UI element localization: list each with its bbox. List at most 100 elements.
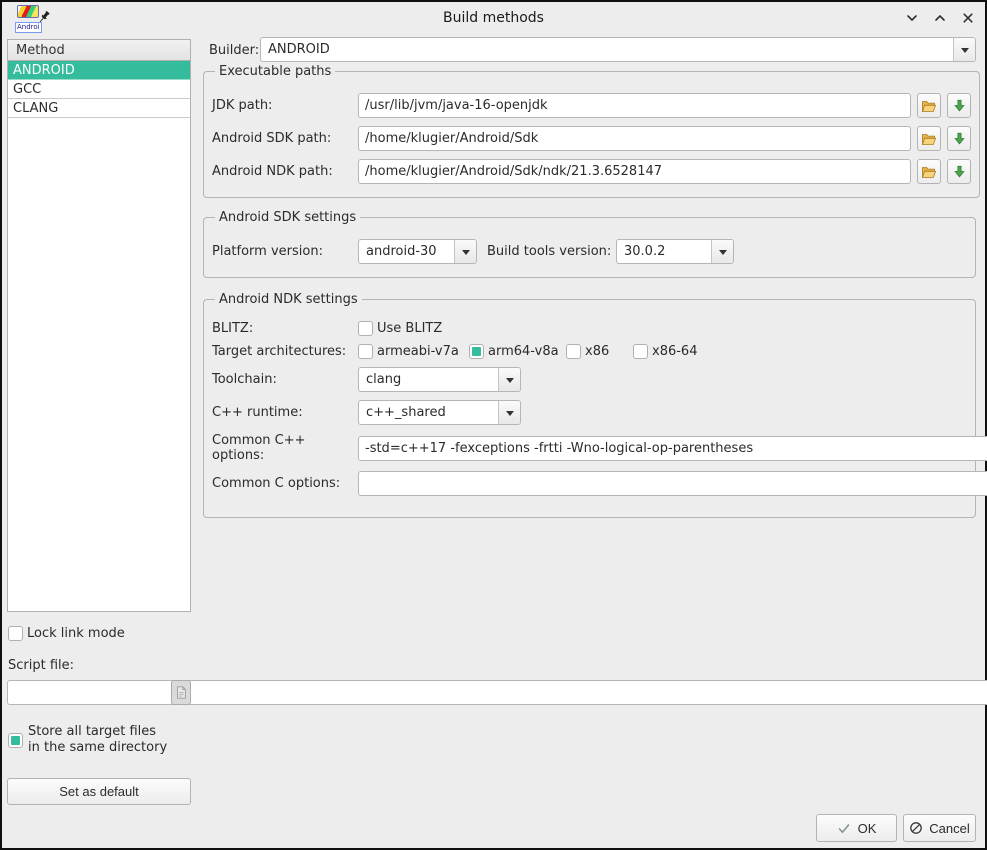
cancel-button[interactable]: Cancel <box>903 814 976 842</box>
build-methods-dialog: Androi Build methods <box>0 0 987 850</box>
arch-x86-64-option: x86-64 <box>633 344 697 359</box>
android-ndk-path-detect-button[interactable] <box>947 159 971 184</box>
builder-combobox[interactable]: ANDROID <box>260 37 976 62</box>
target-architectures-row: Target architectures: armeabi-v7a arm64-… <box>212 344 967 359</box>
chevron-down-icon <box>961 48 969 57</box>
android-sdk-path-label: Android SDK path: <box>212 131 358 146</box>
common-c-options-row: Common C options: <box>212 471 967 496</box>
arch-x86-64-label: x86-64 <box>652 344 697 359</box>
lock-link-mode-row: Lock link mode <box>8 626 125 641</box>
arch-x86-label: x86 <box>585 344 609 359</box>
chevron-down-icon <box>719 250 727 259</box>
minimize-button[interactable] <box>903 9 921 27</box>
window-title: Build methods <box>2 2 985 34</box>
arch-x86-64-checkbox[interactable] <box>633 344 648 359</box>
folder-icon <box>921 165 937 179</box>
common-cpp-options-label: Common C++ options: <box>212 433 358 463</box>
method-item-gcc[interactable]: GCC <box>8 80 190 99</box>
script-file-browse-button[interactable] <box>171 680 191 705</box>
cancel-button-label: Cancel <box>929 821 969 836</box>
arch-armeabi-v7a-checkbox[interactable] <box>358 344 373 359</box>
android-sdk-path-detect-button[interactable] <box>947 126 971 151</box>
android-ndk-path-label: Android NDK path: <box>212 164 358 179</box>
method-list-header: Method <box>8 40 190 61</box>
document-icon <box>174 685 188 700</box>
jdk-path-detect-button[interactable] <box>947 93 971 118</box>
chevron-down-icon <box>462 250 470 259</box>
build-tools-version-value: 30.0.2 <box>617 244 711 259</box>
cancel-icon <box>909 821 923 835</box>
green-down-arrow-icon <box>953 164 966 179</box>
script-file-label: Script file: <box>8 658 74 673</box>
executable-paths-group: Executable paths JDK path: Android SDK p… <box>203 64 980 198</box>
arch-arm64-v8a-checkbox[interactable] <box>469 344 484 359</box>
use-blitz-label: Use BLITZ <box>377 321 442 336</box>
arch-armeabi-v7a-option: armeabi-v7a <box>358 344 469 359</box>
arch-x86-checkbox[interactable] <box>566 344 581 359</box>
ok-button-label: OK <box>858 821 877 836</box>
use-blitz-option: Use BLITZ <box>358 321 442 336</box>
window-controls <box>903 2 977 34</box>
common-c-options-label: Common C options: <box>212 476 358 491</box>
android-sdk-settings-group: Android SDK settings Platform version: a… <box>203 210 976 278</box>
android-sdk-settings-legend: Android SDK settings <box>215 210 360 225</box>
use-blitz-checkbox[interactable] <box>358 321 373 336</box>
arch-arm64-v8a-label: arm64-v8a <box>488 344 559 359</box>
store-target-files-checkbox[interactable] <box>8 733 23 748</box>
arch-arm64-v8a-option: arm64-v8a <box>469 344 566 359</box>
method-item-android[interactable]: ANDROID <box>8 61 190 80</box>
android-ndk-settings-group: Android NDK settings BLITZ: Use BLITZ Ta… <box>203 292 976 518</box>
builder-dropdown-button[interactable] <box>953 38 975 61</box>
toolchain-combobox[interactable]: clang <box>358 367 521 392</box>
close-button[interactable] <box>959 9 977 27</box>
blitz-row: BLITZ: Use BLITZ <box>212 321 967 336</box>
platform-version-label: Platform version: <box>212 244 358 259</box>
platform-version-dropdown-button[interactable] <box>454 240 476 263</box>
folder-icon <box>921 99 937 113</box>
cpp-runtime-row: C++ runtime: c++_shared <box>212 400 967 425</box>
toolchain-dropdown-button[interactable] <box>498 368 520 391</box>
set-as-default-button[interactable]: Set as default <box>7 778 191 805</box>
toolchain-value: clang <box>359 372 498 387</box>
maximize-button[interactable] <box>931 9 949 27</box>
cpp-runtime-dropdown-button[interactable] <box>498 401 520 424</box>
store-target-files-label: Store all target files in the same direc… <box>28 724 167 756</box>
common-cpp-options-row: Common C++ options: <box>212 433 967 463</box>
jdk-path-browse-button[interactable] <box>917 93 941 118</box>
jdk-path-input[interactable] <box>358 93 911 118</box>
arch-x86-option: x86 <box>566 344 633 359</box>
executable-paths-legend: Executable paths <box>215 64 335 79</box>
check-icon <box>837 822 851 835</box>
chevron-down-icon <box>506 411 514 420</box>
platform-version-combobox[interactable]: android-30 <box>358 239 477 264</box>
target-architectures-label: Target architectures: <box>212 344 358 359</box>
android-ndk-path-input[interactable] <box>358 159 911 184</box>
cpp-runtime-combobox[interactable]: c++_shared <box>358 400 521 425</box>
titlebar: Androi Build methods <box>2 2 985 34</box>
jdk-path-label: JDK path: <box>212 98 358 113</box>
android-sdk-path-browse-button[interactable] <box>917 126 941 151</box>
build-tools-version-combobox[interactable]: 30.0.2 <box>616 239 734 264</box>
arch-armeabi-v7a-label: armeabi-v7a <box>377 344 459 359</box>
build-tools-version-dropdown-button[interactable] <box>711 240 733 263</box>
android-ndk-path-browse-button[interactable] <box>917 159 941 184</box>
cpp-runtime-label: C++ runtime: <box>212 405 358 420</box>
method-list: Method ANDROID GCC CLANG <box>7 39 191 612</box>
platform-version-value: android-30 <box>359 244 454 259</box>
android-sdk-path-row: Android SDK path: <box>212 126 971 151</box>
common-c-options-input[interactable] <box>358 471 987 496</box>
ok-button[interactable]: OK <box>816 814 897 842</box>
sdk-versions-row: Platform version: android-30 Build tools… <box>212 239 967 264</box>
green-down-arrow-icon <box>953 98 966 113</box>
green-down-arrow-icon <box>953 131 966 146</box>
script-file-input[interactable] <box>7 680 987 705</box>
chevron-down-icon <box>506 378 514 387</box>
android-ndk-path-row: Android NDK path: <box>212 159 971 184</box>
jdk-path-row: JDK path: <box>212 93 971 118</box>
method-item-clang[interactable]: CLANG <box>8 99 190 118</box>
lock-link-mode-label: Lock link mode <box>27 626 125 641</box>
cpp-runtime-value: c++_shared <box>359 405 498 420</box>
common-cpp-options-input[interactable] <box>358 436 987 461</box>
android-sdk-path-input[interactable] <box>358 126 911 151</box>
lock-link-mode-checkbox[interactable] <box>8 626 23 641</box>
